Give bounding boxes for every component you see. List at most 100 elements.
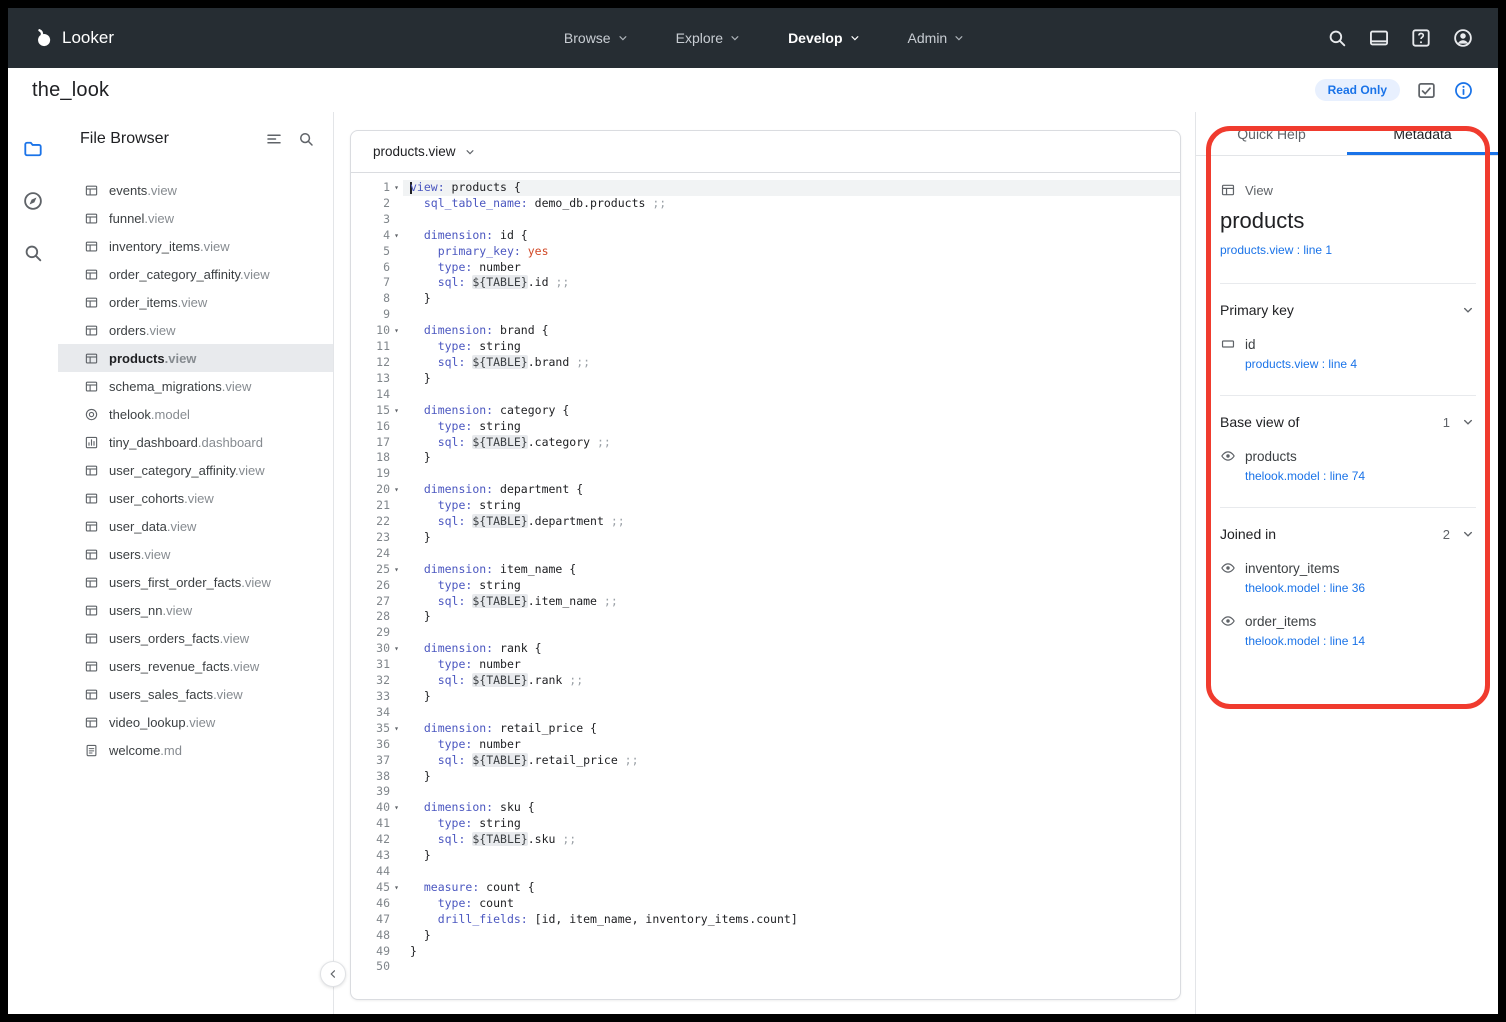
file-row-users_revenue_facts[interactable]: users_revenue_facts.view [58, 652, 333, 680]
code-line-48[interactable]: 48 } [351, 928, 1180, 944]
source-link[interactable]: thelook.model : line 14 [1245, 634, 1476, 648]
section-header[interactable]: Base view of1 [1220, 414, 1476, 430]
file-row-users[interactable]: users.view [58, 540, 333, 568]
file-row-user_data[interactable]: user_data.view [58, 512, 333, 540]
nav-menu-develop[interactable]: Develop [788, 30, 861, 46]
code-line-47[interactable]: 47 drill_fields: [id, item_name, invento… [351, 912, 1180, 928]
code-line-13[interactable]: 13 } [351, 371, 1180, 387]
code-line-18[interactable]: 18 } [351, 450, 1180, 466]
code-line-3[interactable]: 3 [351, 212, 1180, 228]
code-line-38[interactable]: 38 } [351, 769, 1180, 785]
file-row-users_first_order_facts[interactable]: users_first_order_facts.view [58, 568, 333, 596]
fold-toggle-icon[interactable]: ▾ [390, 721, 403, 737]
looker-logo[interactable]: Looker [32, 27, 114, 49]
code-line-40[interactable]: 40▾ dimension: sku { [351, 800, 1180, 816]
code-line-11[interactable]: 11 type: string [351, 339, 1180, 355]
code-line-14[interactable]: 14 [351, 387, 1180, 403]
collapse-sidebar-button[interactable] [320, 961, 346, 987]
section-header[interactable]: Primary key [1220, 302, 1476, 318]
code-line-28[interactable]: 28 } [351, 609, 1180, 625]
code-line-35[interactable]: 35▾ dimension: retail_price { [351, 721, 1180, 737]
file-row-tiny_dashboard[interactable]: tiny_dashboard.dashboard [58, 428, 333, 456]
collapse-folders-icon[interactable] [265, 130, 283, 148]
fold-toggle-icon[interactable]: ▾ [390, 562, 403, 578]
code-line-49[interactable]: 49} [351, 944, 1180, 960]
chevron-down-icon[interactable] [1460, 302, 1476, 318]
file-row-products[interactable]: products.view [58, 344, 333, 372]
code-line-43[interactable]: 43 } [351, 848, 1180, 864]
fold-toggle-icon[interactable]: ▾ [390, 403, 403, 419]
file-row-order_category_affinity[interactable]: order_category_affinity.view [58, 260, 333, 288]
fold-toggle-icon[interactable]: ▾ [390, 180, 403, 196]
file-row-user_cohorts[interactable]: user_cohorts.view [58, 484, 333, 512]
project-info-icon[interactable] [1453, 80, 1474, 101]
chevron-down-icon[interactable] [1460, 526, 1476, 542]
marketplace-icon[interactable] [1368, 27, 1390, 49]
code-line-22[interactable]: 22 sql: ${TABLE}.department ;; [351, 514, 1180, 530]
chevron-down-icon[interactable] [1460, 414, 1476, 430]
search-icon[interactable] [1326, 27, 1348, 49]
file-row-order_items[interactable]: order_items.view [58, 288, 333, 316]
source-link[interactable]: products.view : line 4 [1245, 357, 1476, 371]
help-icon[interactable] [1410, 27, 1432, 49]
code-line-19[interactable]: 19 [351, 466, 1180, 482]
code-line-15[interactable]: 15▾ dimension: category { [351, 403, 1180, 419]
file-row-users_sales_facts[interactable]: users_sales_facts.view [58, 680, 333, 708]
code-line-50[interactable]: 50 [351, 959, 1180, 975]
code-line-42[interactable]: 42 sql: ${TABLE}.sku ;; [351, 832, 1180, 848]
code-line-20[interactable]: 20▾ dimension: department { [351, 482, 1180, 498]
object-browser-button[interactable] [22, 190, 44, 212]
file-row-orders[interactable]: orders.view [58, 316, 333, 344]
lookml-validator-icon[interactable] [1416, 80, 1437, 101]
code-line-45[interactable]: 45▾ measure: count { [351, 880, 1180, 896]
code-line-34[interactable]: 34 [351, 705, 1180, 721]
fold-toggle-icon[interactable]: ▾ [390, 482, 403, 498]
code-editor[interactable]: 1▾view: products {2 sql_table_name: demo… [351, 173, 1180, 999]
code-line-7[interactable]: 7 sql: ${TABLE}.id ;; [351, 275, 1180, 291]
code-line-26[interactable]: 26 type: string [351, 578, 1180, 594]
file-row-events[interactable]: events.view [58, 176, 333, 204]
file-browser-button[interactable] [22, 138, 44, 160]
code-line-29[interactable]: 29 [351, 625, 1180, 641]
code-line-10[interactable]: 10▾ dimension: brand { [351, 323, 1180, 339]
fold-toggle-icon[interactable]: ▾ [390, 800, 403, 816]
file-row-thelook[interactable]: thelook.model [58, 400, 333, 428]
code-line-9[interactable]: 9 [351, 307, 1180, 323]
editor-file-tab[interactable]: products.view [373, 144, 456, 159]
file-row-inventory_items[interactable]: inventory_items.view [58, 232, 333, 260]
code-line-8[interactable]: 8 } [351, 291, 1180, 307]
code-line-41[interactable]: 41 type: string [351, 816, 1180, 832]
code-line-4[interactable]: 4▾ dimension: id { [351, 228, 1180, 244]
fold-toggle-icon[interactable]: ▾ [390, 880, 403, 896]
file-row-schema_migrations[interactable]: schema_migrations.view [58, 372, 333, 400]
account-icon[interactable] [1452, 27, 1474, 49]
code-line-21[interactable]: 21 type: string [351, 498, 1180, 514]
code-line-32[interactable]: 32 sql: ${TABLE}.rank ;; [351, 673, 1180, 689]
object-source-link[interactable]: products.view : line 1 [1220, 243, 1332, 257]
code-line-33[interactable]: 33 } [351, 689, 1180, 705]
file-row-users_orders_facts[interactable]: users_orders_facts.view [58, 624, 333, 652]
code-line-25[interactable]: 25▾ dimension: item_name { [351, 562, 1180, 578]
code-line-1[interactable]: 1▾view: products { [351, 180, 1180, 196]
fold-toggle-icon[interactable]: ▾ [390, 641, 403, 657]
nav-menu-explore[interactable]: Explore [676, 30, 742, 46]
source-link[interactable]: thelook.model : line 74 [1245, 469, 1476, 483]
code-line-31[interactable]: 31 type: number [351, 657, 1180, 673]
search-files-icon[interactable] [297, 130, 315, 148]
tab-metadata[interactable]: Metadata [1347, 112, 1498, 155]
code-line-5[interactable]: 5 primary_key: yes [351, 244, 1180, 260]
file-row-welcome[interactable]: welcome.md [58, 736, 333, 764]
file-row-user_category_affinity[interactable]: user_category_affinity.view [58, 456, 333, 484]
nav-menu-browse[interactable]: Browse [564, 30, 630, 46]
code-line-24[interactable]: 24 [351, 546, 1180, 562]
fold-toggle-icon[interactable]: ▾ [390, 323, 403, 339]
code-line-12[interactable]: 12 sql: ${TABLE}.brand ;; [351, 355, 1180, 371]
file-row-funnel[interactable]: funnel.view [58, 204, 333, 232]
file-row-users_nn[interactable]: users_nn.view [58, 596, 333, 624]
find-replace-button[interactable] [22, 242, 44, 264]
code-line-46[interactable]: 46 type: count [351, 896, 1180, 912]
nav-menu-admin[interactable]: Admin [908, 30, 967, 46]
section-header[interactable]: Joined in2 [1220, 526, 1476, 542]
tab-quick-help[interactable]: Quick Help [1196, 112, 1347, 155]
code-line-36[interactable]: 36 type: number [351, 737, 1180, 753]
